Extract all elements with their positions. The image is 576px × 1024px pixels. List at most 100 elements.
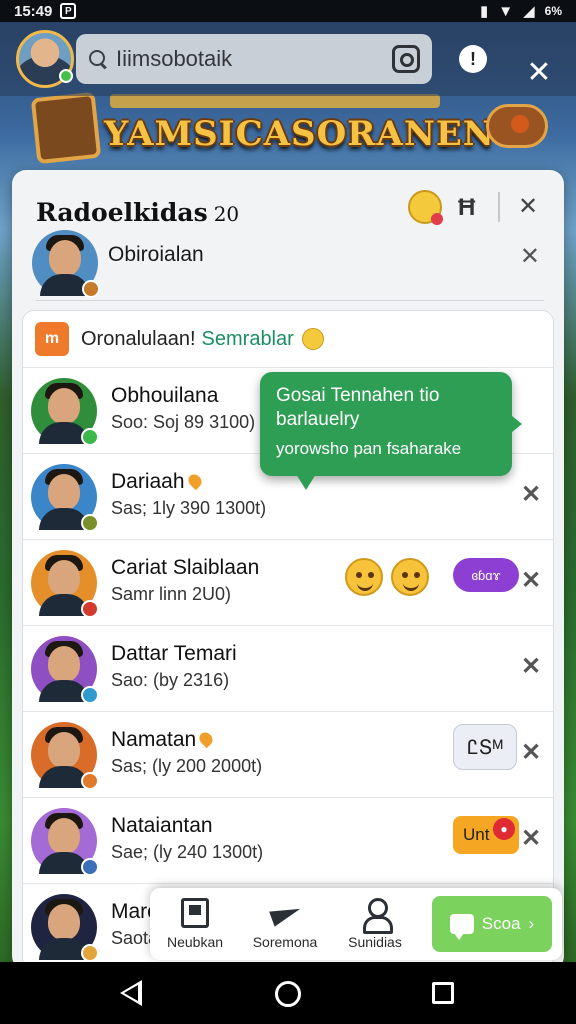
status-badge-icon	[81, 858, 99, 876]
status-badge-icon	[81, 428, 99, 446]
message-bubble[interactable]: ᏝՏᴹ	[453, 724, 517, 770]
friend-detail: Samr linn 2U0)	[111, 584, 232, 604]
home-icon[interactable]	[275, 981, 301, 1007]
nav-item-profile[interactable]: Sunidias	[330, 888, 420, 960]
list-item[interactable]: Namatan Sas; (ly 200 2000t) ᏝՏᴹ ✕	[23, 711, 553, 797]
friend-name-text: Dariaah	[111, 470, 185, 493]
friend-name-text: Namatan	[111, 728, 197, 751]
status-badge-icon	[81, 686, 99, 704]
friend-avatar	[31, 378, 99, 446]
close-icon[interactable]: ✕	[524, 58, 554, 88]
friends-panel: Radoelkidas 20 Ħ ✕ Obiroialan ✕ m Oronalu…	[12, 170, 564, 970]
list-item[interactable]: Dattar Temari Sao: (by 2316) ✕	[23, 625, 553, 711]
status-badge-icon	[81, 600, 99, 618]
paper-plane-icon	[271, 898, 299, 928]
list-header: m Oronalulaan! Semrablar	[23, 311, 553, 367]
chat-button[interactable]: Scoa ›	[432, 896, 552, 952]
chevron-right-icon: ›	[528, 914, 535, 933]
search-icon	[88, 49, 108, 69]
house-decoration-icon	[30, 91, 102, 165]
panel-close-button[interactable]: ✕	[518, 192, 538, 221]
status-badge-icon	[81, 944, 99, 962]
status-icons: ▮ ▼ ◢ 6%	[479, 2, 562, 21]
notification-dot-icon: ●	[493, 818, 515, 840]
profile-name: Obiroialan	[108, 243, 204, 266]
unread-bubble[interactable]: Unt ●	[453, 816, 519, 854]
user-icon	[361, 898, 393, 934]
nav-item-book[interactable]: Neubkan	[150, 888, 240, 960]
user-avatar[interactable]	[16, 30, 74, 88]
tooltip-line3: yorowsho pan fsaharake	[276, 439, 462, 458]
friend-name: Dattar Temari	[111, 642, 237, 665]
panel-count: 20	[213, 202, 240, 226]
reaction-pill[interactable]: ɞɓɑɤ	[453, 558, 519, 592]
remove-button[interactable]: ✕	[521, 652, 541, 681]
status-badge-icon	[81, 514, 99, 532]
flame-icon	[197, 729, 216, 749]
remove-button[interactable]: ✕	[521, 566, 541, 595]
hash-icon[interactable]: Ħ	[458, 194, 475, 222]
panel-title-text: Radoelkidas	[36, 198, 208, 227]
search-input[interactable]	[116, 46, 386, 72]
nav-label: Soremona	[252, 934, 318, 950]
nav-label: Sunidias	[348, 934, 402, 950]
friend-name: Cariat Slaiblaan	[111, 556, 260, 579]
list-header-label: Oronalulaan!	[81, 327, 196, 350]
friend-name: Namatan	[111, 728, 216, 752]
wifi-icon: ▼	[498, 2, 514, 20]
search-bar[interactable]	[76, 34, 432, 84]
info-button[interactable]: !	[459, 45, 487, 73]
panel-title: Radoelkidas 20	[36, 198, 239, 227]
status-bar: 15:49 P ▮ ▼ ◢ 6%	[0, 0, 576, 22]
nav-label: Neubkan	[166, 934, 224, 950]
friend-avatar	[31, 636, 99, 704]
key-decoration-icon	[486, 104, 548, 148]
remove-button[interactable]: ✕	[521, 480, 541, 509]
profile-row[interactable]: Obiroialan ✕	[28, 226, 548, 298]
notification-icon: P	[60, 3, 77, 19]
profile-dismiss-icon[interactable]: ✕	[520, 242, 540, 271]
remove-button[interactable]: ✕	[521, 824, 541, 853]
book-icon	[181, 898, 209, 928]
friend-avatar	[31, 894, 99, 962]
bottom-nav: Neubkan Soremona Sunidias Scoa ›	[150, 888, 562, 960]
chat-button-label: Scoa	[481, 914, 521, 933]
divider	[498, 192, 500, 222]
nav-item-send[interactable]: Soremona	[240, 888, 330, 960]
game-banner	[110, 94, 440, 108]
friend-detail: Sae; (ly 240 1300t)	[111, 842, 264, 862]
vibrate-icon: ▮	[479, 3, 489, 20]
friend-detail: Soo: Soj 89 3100)	[111, 412, 256, 432]
list-item[interactable]: Cariat Slaiblaan Samr linn 2U0) ɞɓɑɤ ✕	[23, 539, 553, 625]
status-badge-icon	[81, 772, 99, 790]
tooltip-tail	[296, 474, 316, 490]
friend-avatar	[31, 808, 99, 876]
status-time: 15:49	[14, 2, 53, 20]
unread-label: Unt	[463, 825, 490, 844]
profile-avatar	[32, 230, 100, 298]
signal-icon: ◢	[523, 3, 535, 20]
friend-avatar	[31, 464, 99, 532]
remove-button[interactable]: ✕	[521, 738, 541, 767]
online-status-icon	[59, 69, 73, 83]
list-header-highlight[interactable]: Semrablar	[202, 328, 294, 351]
list-item[interactable]: Nataiantan Sae; (ly 240 1300t) Unt ● ✕	[23, 797, 553, 883]
emoji-icon[interactable]	[408, 190, 443, 225]
tooltip-line2: barlauelry	[276, 409, 360, 430]
panel-header: Radoelkidas 20 Ħ ✕ Obiroialan ✕	[12, 170, 564, 300]
list-badge-icon: m	[35, 322, 69, 356]
chat-icon	[449, 914, 474, 940]
camera-icon[interactable]	[392, 45, 420, 73]
back-icon[interactable]	[118, 980, 142, 1006]
friend-avatar	[31, 550, 99, 618]
tooltip-line1: Gosai Tennahen tio	[276, 385, 440, 406]
divider	[36, 300, 544, 301]
friend-name: Nataiantan	[111, 814, 213, 837]
friend-detail: Sas; 1ly 390 1300t)	[111, 498, 267, 518]
friend-name: Dariaah	[111, 470, 204, 494]
tooltip: Gosai Tennahen tio barlauelry yorowsho p…	[260, 372, 522, 490]
emoji-grin-icon[interactable]	[391, 558, 429, 596]
emoji-wink-icon[interactable]	[345, 558, 383, 596]
friend-detail: Sao: (by 2316)	[111, 670, 230, 690]
recents-icon[interactable]	[432, 982, 454, 1004]
